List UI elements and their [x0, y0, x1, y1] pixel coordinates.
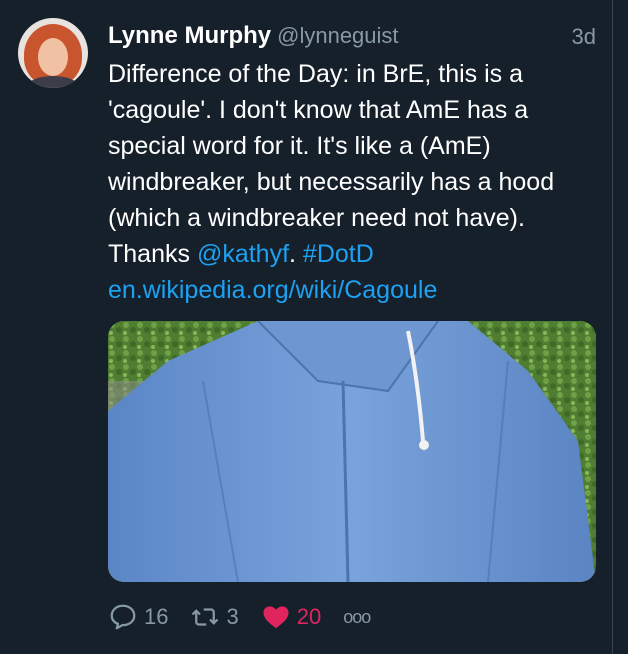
reply-icon — [110, 604, 136, 630]
like-button[interactable]: 20 — [261, 602, 321, 632]
tweet-timestamp[interactable]: 3d — [572, 24, 596, 50]
mention-link[interactable]: @kathyf — [197, 240, 289, 268]
more-icon: ooo — [343, 606, 371, 627]
adjacent-panel-edge — [612, 0, 628, 654]
cagoule-photo — [108, 321, 596, 582]
heart-icon — [263, 606, 289, 629]
hashtag-link[interactable]: #DotD — [303, 240, 374, 268]
avatar[interactable] — [18, 18, 88, 88]
author-handle[interactable]: @lynneguist — [277, 23, 398, 48]
tweet-text: Difference of the Day: in BrE, this is a… — [108, 56, 608, 308]
tweet-media-image[interactable] — [108, 321, 596, 582]
author-name[interactable]: Lynne Murphy — [108, 22, 271, 49]
tweet-actions: 16 3 20 ooo — [108, 600, 428, 634]
tweet-text-main: Difference of the Day: in BrE, this is a… — [108, 60, 555, 268]
url-link[interactable]: en.wikipedia.org/wiki/Cagoule — [108, 276, 437, 304]
retweet-button[interactable]: 3 — [190, 602, 239, 632]
tweet-text-punct: . — [289, 240, 303, 268]
retweet-count: 3 — [226, 604, 239, 629]
reply-button[interactable]: 16 — [108, 602, 168, 632]
retweet-icon — [192, 608, 219, 626]
more-button[interactable]: ooo — [343, 606, 371, 628]
avatar-face — [38, 38, 68, 76]
reply-count: 16 — [144, 604, 169, 629]
like-count: 20 — [296, 604, 322, 629]
tweet-header: Lynne Murphy @lynneguist 3d — [108, 22, 596, 54]
